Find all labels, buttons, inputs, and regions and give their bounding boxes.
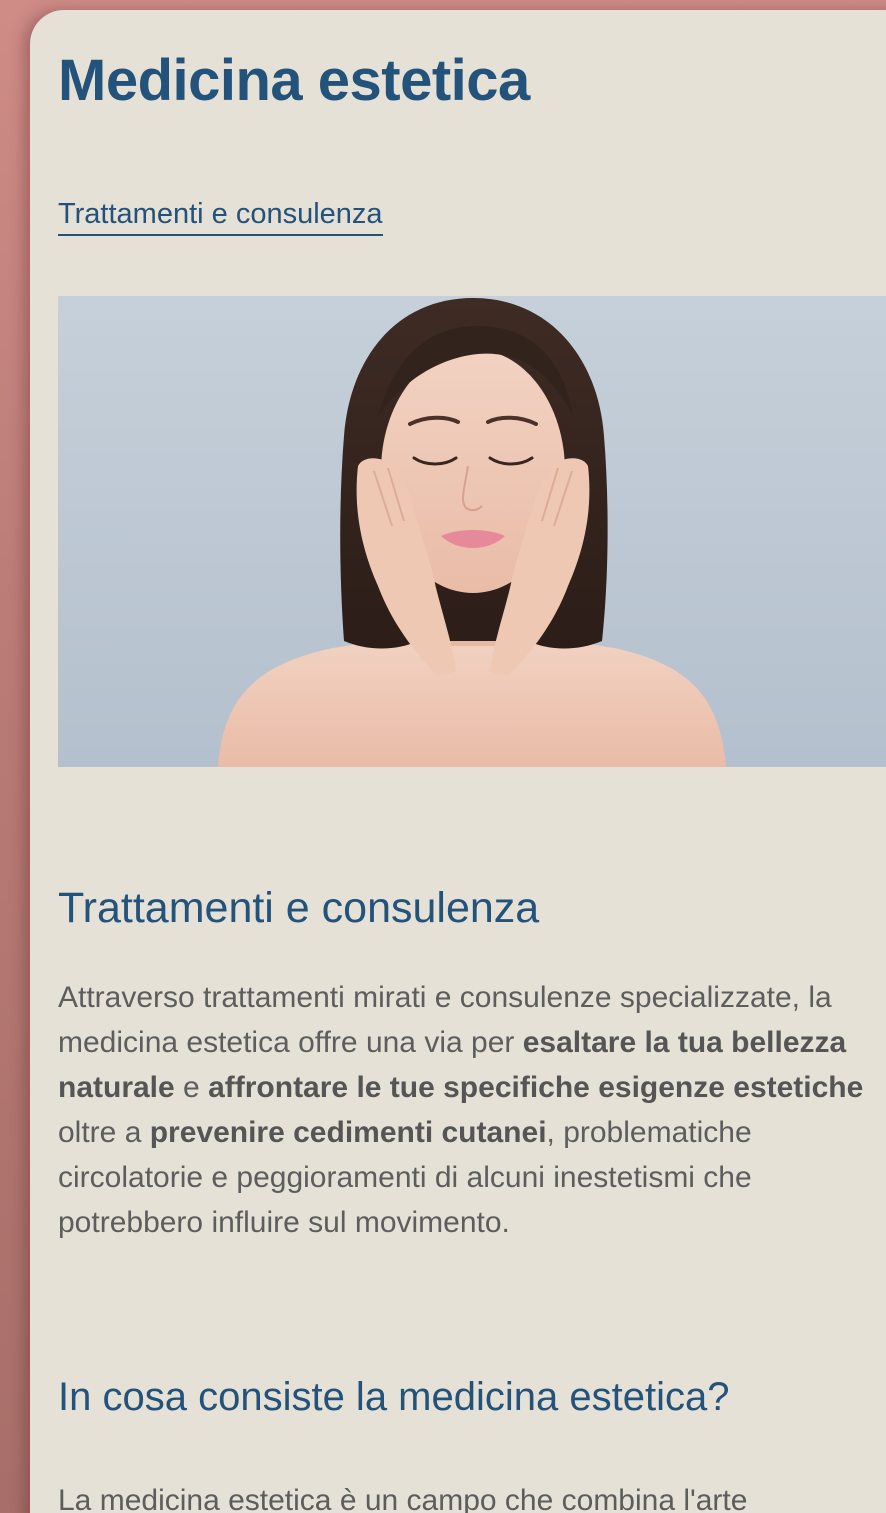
what-is-paragraph: La medicina estetica è un campo che comb… xyxy=(58,1484,748,1513)
treatments-heading: Trattamenti e consulenza xyxy=(58,884,540,932)
what-is-heading: In cosa consiste la medicina estetica? xyxy=(58,1375,730,1419)
hero-image xyxy=(58,296,886,767)
paragraph-text: oltre a xyxy=(58,1116,150,1149)
highlight-aesthetic-needs: affrontare le tue specifiche esigenze es… xyxy=(208,1071,864,1104)
treatments-paragraph: Attraverso trattamenti mirati e consulen… xyxy=(58,975,886,1245)
paragraph-text: e xyxy=(174,1071,209,1104)
content-sheet: Medicina estetica Trattamenti e consulen… xyxy=(30,10,886,1513)
highlight-prevention: prevenire cedimenti cutanei xyxy=(149,1116,547,1149)
treatments-link[interactable]: Trattamenti e consulenza xyxy=(58,195,383,236)
page-title: Medicina estetica xyxy=(58,48,530,113)
